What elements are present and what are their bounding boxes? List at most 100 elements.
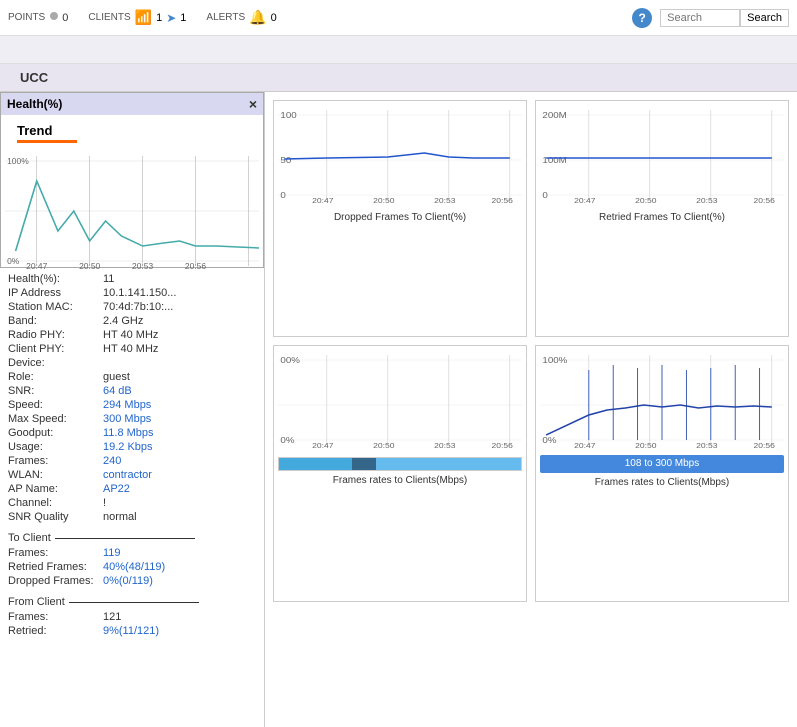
main-layout: Health(%) × Trend [0, 92, 797, 727]
label-goodput: Goodput: [8, 427, 103, 439]
value-role: guest [103, 371, 130, 383]
from-client-retried-row: Retried: 9%(11/121) [8, 624, 256, 638]
label-ap-name: AP Name: [8, 483, 103, 495]
value-max-speed: 300 Mbps [103, 413, 151, 425]
ucc-label: UCC [20, 70, 48, 85]
label-from-client-frames: Frames: [8, 611, 103, 623]
label-to-client-dropped: Dropped Frames: [8, 575, 103, 587]
svg-text:0%: 0% [7, 257, 20, 266]
info-row-client-phy: Client PHY: HT 40 MHz [8, 342, 256, 356]
label-role: Role: [8, 371, 103, 383]
value-mac: 70:4d:7b:10:... [103, 301, 173, 313]
from-client-frames-row: Frames: 121 [8, 610, 256, 624]
svg-text:20:53: 20:53 [434, 197, 455, 205]
health-popup-title: Health(%) [7, 97, 62, 111]
retried-frames-title: Retried Frames To Client(%) [540, 212, 784, 223]
frames-rates-left-svg: 00% 0% 20:47 20:50 20:53 20:56 [278, 350, 522, 450]
value-goodput: 11.8 Mbps [103, 427, 154, 439]
frames-rates-left-title: Frames rates to Clients(Mbps) [278, 475, 522, 486]
value-from-client-frames: 121 [103, 611, 121, 623]
bar-seg-2 [352, 458, 376, 470]
dropped-frames-chart: 100 50 0 20:47 20:50 20:53 20:56 Dropped… [273, 100, 527, 337]
frames-bar-right: 108 to 300 Mbps [540, 455, 784, 473]
svg-text:20:56: 20:56 [754, 442, 775, 450]
info-row-mac: Station MAC: 70:4d:7b:10:... [8, 300, 256, 314]
bar-seg-1 [279, 458, 352, 470]
info-row-max-speed: Max Speed: 300 Mbps [8, 412, 256, 426]
value-radio-phy: HT 40 MHz [103, 329, 158, 341]
health-chart-container: 100% 0% 20:47 20:50 20:53 20:56 [1, 147, 263, 267]
frames-rates-left-chart: 00% 0% 20:47 20:50 20:53 20:56 Frames ra… [273, 345, 527, 602]
help-button[interactable]: ? [632, 8, 652, 28]
info-row-device: Device: [8, 356, 256, 370]
value-channel: ! [103, 497, 106, 509]
svg-text:0%: 0% [280, 436, 294, 445]
svg-text:100%: 100% [7, 157, 29, 166]
frames-rates-right-svg: 100% 0% 20:47 20:50 20:53 20:56 [540, 350, 784, 450]
value-client-phy: HT 40 MHz [103, 343, 158, 355]
label-client-phy: Client PHY: [8, 343, 103, 355]
clients-label: CLIENTS [88, 12, 130, 23]
svg-text:20:56: 20:56 [754, 197, 775, 205]
health-popup: Health(%) × Trend [0, 92, 264, 268]
search-input[interactable] [660, 9, 740, 27]
info-row-wlan: WLAN: contractor [8, 468, 256, 482]
arrow-icon: ➤ [166, 11, 176, 25]
value-band: 2.4 GHz [103, 315, 143, 327]
to-client-section: To Client Frames: 119 Retried Frames: 40… [8, 532, 256, 588]
svg-text:20:56: 20:56 [185, 262, 207, 271]
from-client-section: From Client Frames: 121 Retried: 9%(11/1… [8, 596, 256, 638]
label-usage: Usage: [8, 441, 103, 453]
svg-text:20:47: 20:47 [574, 442, 595, 450]
svg-text:20:50: 20:50 [635, 197, 657, 205]
svg-text:20:47: 20:47 [312, 197, 333, 205]
svg-text:100%: 100% [542, 356, 567, 365]
right-panel: 100 50 0 20:47 20:50 20:53 20:56 Dropped… [265, 92, 797, 727]
info-row-snr-quality: SNR Quality normal [8, 510, 256, 524]
info-row-health: Health(%): 11 [8, 272, 256, 286]
bar-seg-3 [376, 458, 521, 470]
value-to-client-dropped: 0%(0/119) [103, 575, 153, 587]
search-button[interactable]: Search [740, 9, 789, 27]
points-label: POINTS [8, 12, 45, 23]
label-from-client-retried: Retried: [8, 625, 103, 637]
svg-text:20:56: 20:56 [492, 442, 513, 450]
to-client-retried-row: Retried Frames: 40%(48/119) [8, 560, 256, 574]
info-row-frames: Frames: 240 [8, 454, 256, 468]
info-row-speed: Speed: 294 Mbps [8, 398, 256, 412]
label-mac: Station MAC: [8, 301, 103, 313]
svg-text:20:53: 20:53 [696, 442, 717, 450]
trend-underline [17, 140, 77, 143]
value-frames: 240 [103, 455, 121, 467]
svg-text:0%: 0% [542, 436, 556, 445]
label-health: Health(%): [8, 273, 103, 285]
svg-text:20:50: 20:50 [635, 442, 657, 450]
svg-text:20:50: 20:50 [373, 197, 395, 205]
value-wlan: contractor [103, 469, 152, 481]
value-snr: 64 dB [103, 385, 132, 397]
label-speed: Speed: [8, 399, 103, 411]
dropped-frames-title: Dropped Frames To Client(%) [278, 212, 522, 223]
svg-text:20:47: 20:47 [312, 442, 333, 450]
label-channel: Channel: [8, 497, 103, 509]
svg-text:20:56: 20:56 [492, 197, 513, 205]
label-device: Device: [8, 357, 103, 369]
info-row-role: Role: guest [8, 370, 256, 384]
bell-icon: 🔔 [249, 9, 266, 26]
dropped-frames-svg: 100 50 0 20:47 20:50 20:53 20:56 [278, 105, 522, 205]
label-to-client-frames: Frames: [8, 547, 103, 559]
value-ip: 10.1.141.150... [103, 287, 176, 299]
from-client-label: From Client [8, 596, 256, 608]
svg-text:50: 50 [280, 156, 291, 165]
label-radio-phy: Radio PHY: [8, 329, 103, 341]
info-row-band: Band: 2.4 GHz [8, 314, 256, 328]
points-icon [49, 11, 59, 21]
info-row-radio-phy: Radio PHY: HT 40 MHz [8, 328, 256, 342]
ucc-bar: UCC [0, 64, 797, 92]
label-to-client-retried: Retried Frames: [8, 561, 103, 573]
svg-text:100M: 100M [542, 156, 566, 165]
health-popup-close[interactable]: × [249, 96, 257, 112]
trend-label: Trend [9, 119, 255, 142]
value-to-client-frames: 119 [103, 547, 121, 559]
info-row-usage: Usage: 19.2 Kbps [8, 440, 256, 454]
